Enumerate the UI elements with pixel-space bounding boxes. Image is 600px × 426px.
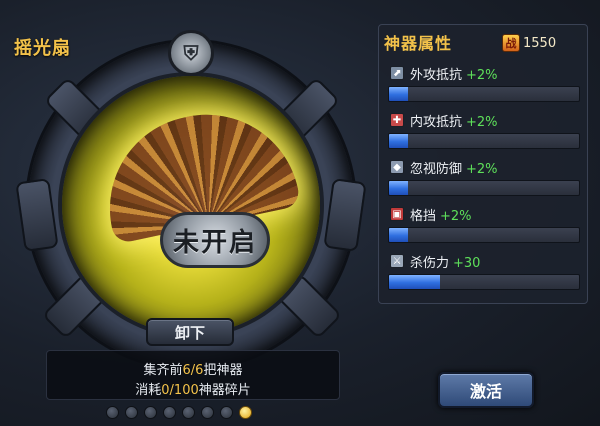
page-dot[interactable] (163, 406, 176, 419)
attribute-progress-bar (388, 133, 580, 149)
attribute-row: ✚ 内攻抵抗 +2% (388, 111, 584, 157)
combat-power-icon: 战 (502, 34, 520, 52)
attribute-bonus: +2% (440, 209, 472, 224)
unequip-button[interactable]: 卸下 (146, 318, 234, 346)
attribute-panel-title: 神器属性 (384, 34, 453, 53)
collect-line-artifacts: 集齐前6/6把神器 (47, 359, 339, 378)
attribute-progress-fill (389, 134, 408, 148)
artifact-display: 未开启 (62, 76, 320, 334)
collect-line2-prefix: 消耗 (135, 383, 162, 398)
attribute-row: ▣ 格挡 +2% (388, 205, 584, 251)
attribute-name: 格挡 (410, 209, 437, 224)
attribute-progress-bar (388, 274, 580, 290)
attribute-label: 内攻抵抗 +2% (410, 111, 498, 130)
attribute-label: 杀伤力 +30 (410, 252, 480, 271)
attribute-bonus: +2% (466, 68, 498, 83)
collect-line-shards: 消耗0/100神器碎片 (47, 379, 339, 398)
attribute-bonus: +30 (453, 256, 481, 271)
attribute-progress-fill (389, 87, 408, 101)
attribute-progress-bar (388, 86, 580, 102)
item-title: 摇光扇 (14, 38, 71, 59)
collect-requirements: 集齐前6/6把神器 消耗0/100神器碎片 (46, 350, 340, 400)
attribute-progress-fill (389, 275, 441, 289)
attribute-progress-bar (388, 227, 580, 243)
attribute-bonus: +2% (466, 162, 498, 177)
page-dot[interactable] (239, 406, 252, 419)
armor-emblem-icon: ⛨ (168, 30, 214, 76)
red-shield-icon: ▣ (390, 207, 404, 221)
attribute-bonus: +2% (466, 115, 498, 130)
attribute-name: 忽视防御 (410, 162, 463, 177)
locked-badge: 未开启 (160, 212, 270, 268)
collect-artifacts-count: 6/6 (182, 363, 204, 378)
page-dot[interactable] (144, 406, 157, 419)
attribute-row: ◆ 忽视防御 +2% (388, 158, 584, 204)
shield-icon: ◆ (390, 160, 404, 174)
page-dot[interactable] (182, 406, 195, 419)
attribute-label: 忽视防御 +2% (410, 158, 498, 177)
attribute-label: 格挡 +2% (410, 205, 472, 224)
attribute-name: 外攻抵抗 (410, 68, 463, 83)
collect-line1-prefix: 集齐前 (143, 363, 183, 378)
attribute-name: 内攻抵抗 (410, 115, 463, 130)
attribute-row: ⬈ 外攻抵抗 +2% (388, 64, 584, 110)
page-dot[interactable] (125, 406, 138, 419)
collect-shards-count: 0/100 (161, 383, 199, 398)
attribute-row: ⚔ 杀伤力 +30 (388, 252, 584, 298)
collect-line2-suffix: 神器碎片 (198, 383, 251, 398)
attribute-progress-bar (388, 180, 580, 196)
red-cross-icon: ✚ (390, 113, 404, 127)
sword-icon: ⚔ (390, 254, 404, 268)
page-dot[interactable] (201, 406, 214, 419)
collect-line1-suffix: 把神器 (203, 363, 243, 378)
page-dot[interactable] (220, 406, 233, 419)
activate-button[interactable]: 激活 (438, 372, 534, 408)
page-dot[interactable] (106, 406, 119, 419)
combat-power-value: 1550 (523, 36, 557, 51)
attribute-label: 外攻抵抗 +2% (410, 64, 498, 83)
page-indicator (106, 406, 252, 419)
attribute-progress-fill (389, 181, 408, 195)
shield-arrow-icon: ⬈ (390, 66, 404, 80)
attribute-progress-fill (389, 228, 408, 242)
attribute-name: 杀伤力 (410, 256, 450, 271)
